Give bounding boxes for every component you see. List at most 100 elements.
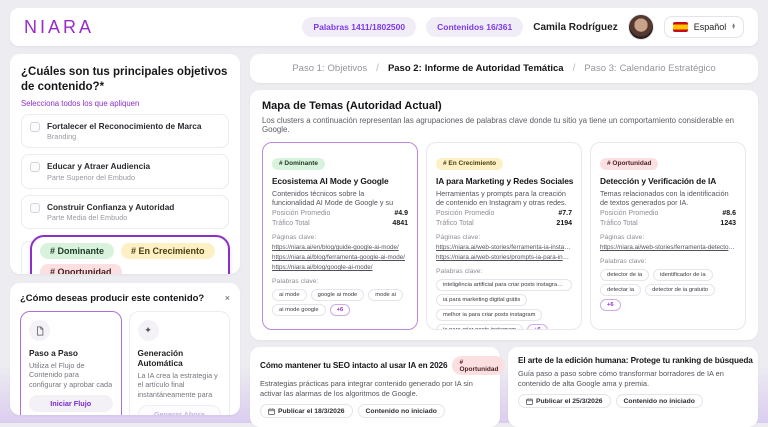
sidebar: ¿Cuáles son tus principales objetivos de… bbox=[10, 54, 240, 415]
page-link[interactable]: https://niara.ai/web-stories/ferramenta-… bbox=[600, 244, 736, 251]
topic-map-panel: Mapa de Temas (Autoridad Actual) Los clu… bbox=[250, 90, 758, 340]
words-count-badge: Palabras 1411/1802500 bbox=[302, 17, 416, 37]
objective-option-trust[interactable]: Construir Confianza y Autoridad Parte Me… bbox=[21, 195, 229, 229]
production-panel: ¿Cómo deseas producir este contenido? × … bbox=[10, 283, 240, 415]
cluster-title: IA para Marketing y Redes Sociales bbox=[436, 176, 572, 186]
keyword-pill[interactable]: detector de ia bbox=[600, 269, 649, 281]
language-select[interactable]: Español ▴▾ bbox=[664, 16, 744, 38]
topic-map-description: Los clusters a continuación representan … bbox=[262, 116, 746, 134]
keyword-pill[interactable]: ia para marketing digital grátis bbox=[436, 294, 527, 306]
legend-tag-crecimiento[interactable]: # En Crecimiento bbox=[121, 243, 215, 259]
calendar-icon bbox=[526, 398, 533, 405]
page-link[interactable]: https://niara.ai/web-stories/ferramenta-… bbox=[436, 244, 572, 251]
calendar-icon bbox=[268, 408, 275, 415]
position-label: Posición Promedio bbox=[436, 210, 494, 217]
page-link[interactable]: https://niara.ai/en/blog/guide-google-ai… bbox=[272, 244, 408, 251]
production-card-paso-a-paso[interactable]: Paso a Paso Utiliza el Flujo de Contenid… bbox=[20, 311, 122, 415]
user-avatar[interactable] bbox=[628, 14, 654, 40]
user-name: Camila Rodríguez bbox=[533, 22, 617, 33]
position-label: Posición Promedio bbox=[272, 210, 330, 217]
keyword-pill[interactable]: ai mode google bbox=[272, 304, 326, 316]
production-card-description: Utiliza el Flujo de Contenido para confi… bbox=[29, 361, 113, 390]
checkbox-icon[interactable] bbox=[30, 162, 40, 172]
step-3[interactable]: Paso 3:Calendario Estratégico bbox=[584, 63, 715, 74]
objective-option-educate[interactable]: Educar y Atraer Audiencia Parte Superior… bbox=[21, 154, 229, 188]
article-description: Estrategias prácticas para integrar cont… bbox=[260, 379, 490, 398]
keyword-pill[interactable]: google ai mode bbox=[311, 289, 365, 301]
traffic-value: 2194 bbox=[556, 220, 572, 227]
close-icon[interactable]: × bbox=[225, 294, 230, 303]
objective-label: Fortalecer el Reconocimiento de Marca bbox=[47, 121, 201, 131]
traffic-label: Tráfico Total bbox=[436, 220, 474, 227]
contents-count-badge: Contenidos 16/361 bbox=[426, 17, 523, 37]
keywords-more-pill[interactable]: +6 bbox=[527, 324, 548, 330]
generate-now-button[interactable]: Generar Ahora bbox=[138, 405, 222, 415]
article-title: El arte de la edición humana: Protege tu… bbox=[518, 356, 753, 365]
articles-row: Cómo mantener tu SEO intacto al usar IA … bbox=[250, 347, 758, 427]
content-status-badge: Contenido no iniciado bbox=[616, 394, 703, 408]
pages-label: Páginas clave: bbox=[600, 234, 736, 241]
keyword-pill[interactable]: ia para criar posts instagram bbox=[436, 324, 523, 330]
position-value: #8.6 bbox=[722, 210, 736, 217]
cluster-legend-box: # Dominante # En Crecimiento # Oportunid… bbox=[30, 235, 230, 274]
steps-breadcrumb: Paso 1:Objetivos / Paso 2:Informe de Aut… bbox=[250, 54, 758, 83]
publish-date-badge: Publicar el 18/3/2026 bbox=[260, 404, 353, 418]
article-card-edicion-humana[interactable]: El arte de la edición humana: Protege tu… bbox=[508, 347, 758, 427]
keyword-pill[interactable]: detectar ia bbox=[600, 284, 641, 296]
objectives-panel: ¿Cuáles son tus principales objetivos de… bbox=[10, 54, 240, 274]
objectives-title: ¿Cuáles son tus principales objetivos de… bbox=[21, 65, 229, 95]
legend-overlay-zone: # Dominante # En Crecimiento # Oportunid… bbox=[21, 235, 229, 274]
legend-tag-dominante[interactable]: # Dominante bbox=[40, 243, 114, 259]
cluster-tag: # Dominante bbox=[272, 158, 325, 170]
page-link[interactable]: https://niara.ai/blog/ferramenta-google-… bbox=[272, 254, 408, 261]
keywords-more-pill[interactable]: +6 bbox=[600, 299, 621, 311]
production-card-title: Paso a Paso bbox=[29, 348, 113, 358]
objective-label: Educar y Atraer Audiencia bbox=[47, 161, 150, 171]
checkbox-icon[interactable] bbox=[30, 203, 40, 213]
keyword-pill[interactable]: inteligência artificial para criar posts… bbox=[436, 279, 572, 291]
objective-option-branding[interactable]: Fortalecer el Reconocimiento de Marca Br… bbox=[21, 114, 229, 148]
publish-date-badge: Publicar el 25/3/2026 bbox=[518, 394, 611, 408]
cluster-card-marketing[interactable]: # En Crecimiento IA para Marketing y Red… bbox=[426, 142, 582, 330]
production-card-title: Generación Automática bbox=[138, 348, 222, 368]
production-title: ¿Cómo deseas producir este contenido? bbox=[20, 293, 204, 304]
article-card-seo-intacto[interactable]: Cómo mantener tu SEO intacto al usar IA … bbox=[250, 347, 500, 427]
traffic-value: 1243 bbox=[720, 220, 736, 227]
cluster-title: Detección y Verificación de IA bbox=[600, 176, 736, 186]
start-flow-button[interactable]: Iniciar Flujo bbox=[29, 395, 113, 412]
document-flow-icon bbox=[29, 320, 50, 341]
production-card-description: La IA crea la estrategia y el artículo f… bbox=[138, 371, 222, 400]
article-description: Guía paso a paso sobre cómo transformar … bbox=[518, 369, 748, 388]
keyword-pill[interactable]: identificador de ia bbox=[653, 269, 712, 281]
cluster-card-ai-mode[interactable]: # Dominante Ecosistema AI Mode y Google … bbox=[262, 142, 418, 330]
keyword-pill[interactable]: melhor ia para criar posts instagram bbox=[436, 309, 542, 321]
step-1[interactable]: Paso 1:Objetivos bbox=[292, 63, 367, 74]
keywords-more-pill[interactable]: +6 bbox=[330, 304, 351, 316]
keywords-label: Palabras clave: bbox=[600, 258, 736, 265]
keyword-pill[interactable]: detector de ia gratuito bbox=[645, 284, 715, 296]
niara-logo: NIARA bbox=[24, 17, 94, 38]
traffic-value: 4841 bbox=[392, 220, 408, 227]
pages-label: Páginas clave: bbox=[436, 234, 572, 241]
page-link[interactable]: https://niara.ai/blog/google-ai-mode/ bbox=[272, 264, 408, 271]
position-label: Posición Promedio bbox=[600, 210, 658, 217]
checkbox-icon[interactable] bbox=[30, 122, 40, 132]
step-2[interactable]: Paso 2:Informe de Autoridad Temática bbox=[388, 63, 564, 74]
objective-sublabel: Branding bbox=[47, 132, 201, 141]
keyword-pill[interactable]: mode ai bbox=[368, 289, 403, 301]
top-header: NIARA Palabras 1411/1802500 Contenidos 1… bbox=[10, 8, 758, 46]
position-value: #7.7 bbox=[558, 210, 572, 217]
cluster-description: Temas relacionados con la identificación… bbox=[600, 189, 736, 207]
production-card-automatica[interactable]: ✦ Generación Automática La IA crea la es… bbox=[129, 311, 231, 415]
position-value: #4.9 bbox=[394, 210, 408, 217]
cluster-card-deteccion[interactable]: # Oportunidad Detección y Verificación d… bbox=[590, 142, 746, 330]
article-tag: # Oportunidad bbox=[452, 356, 505, 375]
main-area: Paso 1:Objetivos / Paso 2:Informe de Aut… bbox=[250, 54, 758, 415]
legend-tag-oportunidad[interactable]: # Oportunidad bbox=[40, 264, 122, 274]
cluster-tag: # Oportunidad bbox=[600, 158, 658, 170]
page-link[interactable]: https://niara.ai/web-stories/prompts-ia-… bbox=[436, 254, 572, 261]
pages-label: Páginas clave: bbox=[272, 234, 408, 241]
keyword-pill[interactable]: ai mode bbox=[272, 289, 307, 301]
cluster-tag: # En Crecimiento bbox=[436, 158, 503, 170]
traffic-label: Tráfico Total bbox=[272, 220, 310, 227]
